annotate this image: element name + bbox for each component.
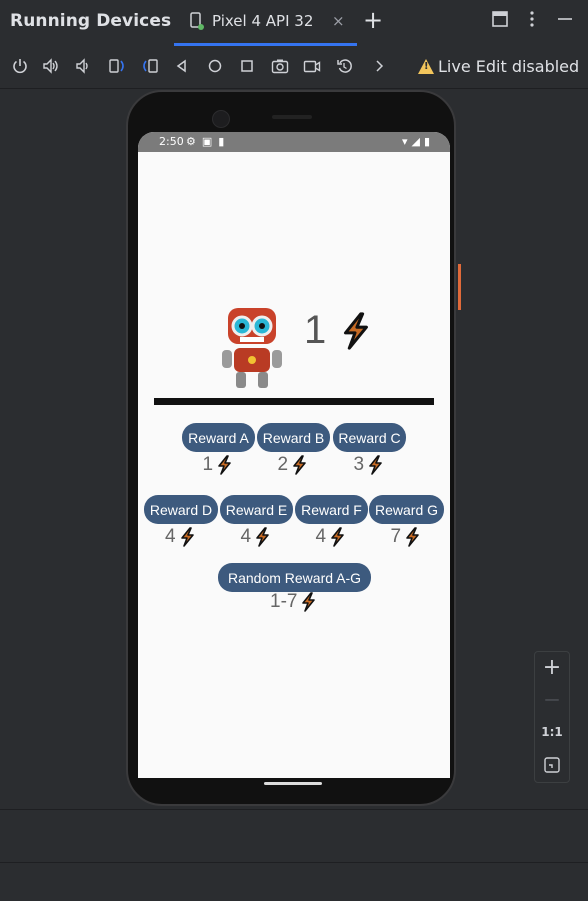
reset-icon[interactable] <box>336 57 354 75</box>
cost-value: 7 <box>390 526 402 547</box>
rotate-left-icon[interactable] <box>108 57 126 75</box>
minimize-icon[interactable] <box>556 10 574 28</box>
chevron-right-icon[interactable] <box>370 57 388 75</box>
reward-cost: 7 <box>391 526 423 548</box>
lightning-icon <box>302 592 316 612</box>
layout-icon[interactable] <box>491 10 509 28</box>
lightning-icon <box>218 455 231 475</box>
notification-icon: ▣ <box>201 135 213 148</box>
warning-icon: ! <box>418 59 434 74</box>
reward-button-g[interactable]: Reward G <box>369 495 444 524</box>
panel-title: Running Devices <box>10 11 172 31</box>
reward-button-c[interactable]: Reward C <box>333 423 406 452</box>
lightning-icon <box>369 455 382 475</box>
lightning-icon <box>406 527 419 547</box>
reward-cost: 1 <box>203 454 235 476</box>
signal-icon: ◢ <box>411 135 420 148</box>
tab-pixel-4[interactable]: Pixel 4 API 32 × <box>174 0 357 46</box>
actual-size-button[interactable]: 1:1 <box>535 725 569 739</box>
wifi-icon: ▾ <box>401 135 408 148</box>
divider <box>154 398 434 405</box>
lightning-icon <box>343 312 368 350</box>
random-reward-cost: 1-7 <box>270 591 318 613</box>
back-icon[interactable] <box>173 57 191 75</box>
system-icons: ▾ ◢ ▮ <box>402 135 430 148</box>
live-edit-status[interactable]: ! Live Edit disabled <box>418 57 579 76</box>
points-value: 1 <box>304 308 327 352</box>
cost-value: 4 <box>165 526 176 547</box>
device-icon <box>190 12 204 30</box>
more-options-icon[interactable] <box>523 10 541 28</box>
add-tab-icon[interactable]: + <box>363 6 383 34</box>
battery-icon: ▮ <box>423 135 430 148</box>
rotate-right-icon[interactable] <box>141 57 159 75</box>
reward-cost: 4 <box>316 526 348 548</box>
reward-button-d[interactable]: Reward D <box>144 495 218 524</box>
speaker <box>272 115 312 119</box>
live-edit-label: Live Edit disabled <box>438 57 580 76</box>
bottom-panel <box>0 809 588 863</box>
device-toolbar: ! Live Edit disabled <box>0 46 588 89</box>
reward-cost: 4 <box>165 526 197 548</box>
reward-button-a[interactable]: Reward A <box>182 423 255 452</box>
cost-value: 4 <box>315 526 327 547</box>
reward-cost: 3 <box>354 454 386 476</box>
cost-value: 1-7 <box>270 591 298 612</box>
zoom-controls: + — 1:1 <box>534 651 570 783</box>
camera-bar <box>212 110 372 128</box>
cost-value: 1 <box>202 454 214 475</box>
title-bar: Running Devices Pixel 4 API 32 × + <box>0 0 588 46</box>
lightning-icon <box>180 527 194 547</box>
device-frame: 2:50 ⚙ ▣ ▮ ▾ ◢ ▮ 1 Reward A 1 Reward B 2… <box>126 90 461 806</box>
zoom-out-button[interactable]: — <box>535 690 569 708</box>
overview-icon[interactable] <box>238 57 256 75</box>
volume-up-icon[interactable] <box>42 57 60 75</box>
device-screen[interactable]: 2:50 ⚙ ▣ ▮ ▾ ◢ ▮ 1 Reward A 1 Reward B 2… <box>138 132 450 778</box>
home-icon[interactable] <box>206 57 224 75</box>
lightning-icon <box>293 455 306 475</box>
tab-label: Pixel 4 API 32 <box>212 12 314 30</box>
camera-icon[interactable] <box>271 57 289 75</box>
close-tab-icon[interactable]: × <box>332 12 345 30</box>
status-bar: 2:50 ⚙ ▣ ▮ ▾ ◢ ▮ <box>138 132 450 152</box>
reward-button-e[interactable]: Reward E <box>220 495 293 524</box>
reward-cost: 4 <box>241 526 273 548</box>
video-icon[interactable] <box>303 57 321 75</box>
lightning-icon <box>256 527 269 547</box>
robot-avatar <box>222 308 282 388</box>
front-camera <box>212 110 230 128</box>
settings-icon: ⚙ <box>186 135 196 148</box>
reward-button-f[interactable]: Reward F <box>295 495 368 524</box>
random-reward-button[interactable]: Random Reward A-G <box>218 563 371 592</box>
zoom-in-button[interactable]: + <box>535 655 569 680</box>
reward-button-b[interactable]: Reward B <box>257 423 330 452</box>
cost-value: 2 <box>277 454 289 475</box>
lightning-icon <box>331 527 344 547</box>
status-icons: ⚙ ▣ ▮ <box>186 135 224 148</box>
sim-icon: ▮ <box>218 135 225 148</box>
fit-screen-icon[interactable] <box>543 756 561 774</box>
gesture-bar <box>264 782 322 785</box>
power-button <box>458 264 461 310</box>
cost-value: 4 <box>240 526 252 547</box>
power-icon[interactable] <box>11 57 29 75</box>
reward-cost: 2 <box>278 454 310 476</box>
volume-down-icon[interactable] <box>75 57 93 75</box>
cost-value: 3 <box>353 454 365 475</box>
status-time: 2:50 <box>159 135 184 148</box>
